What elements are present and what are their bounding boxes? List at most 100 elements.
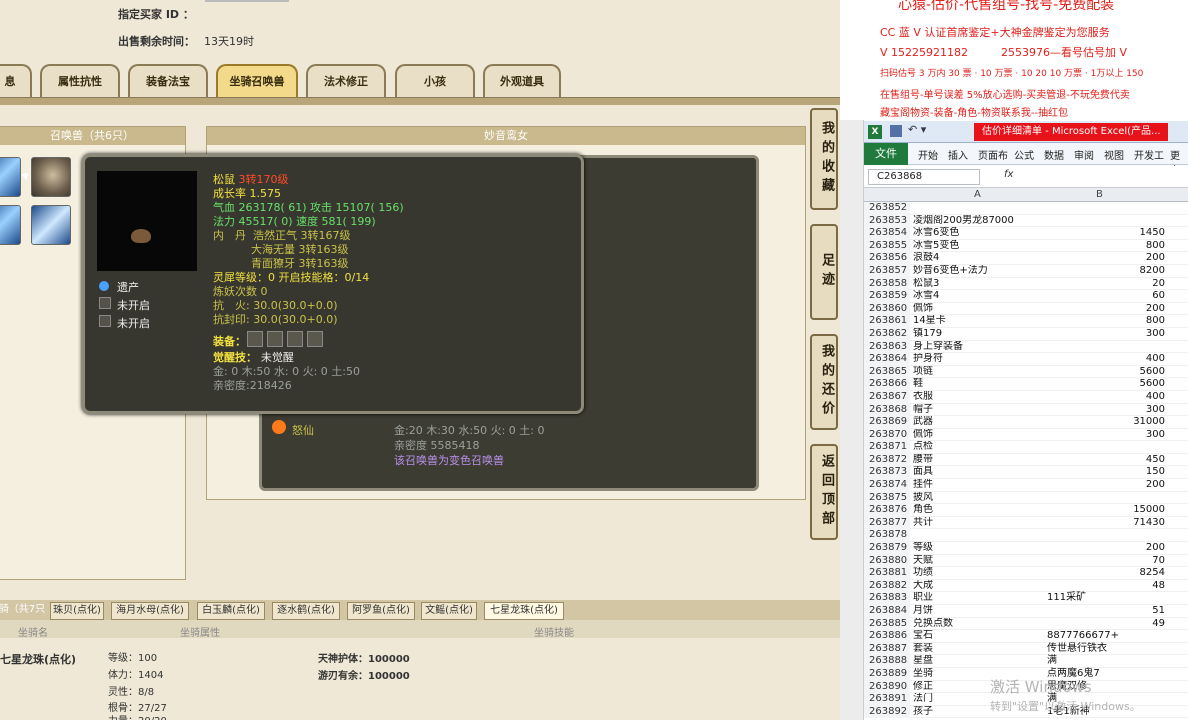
cell-a[interactable]: 星盘 bbox=[913, 655, 1045, 668]
cell-a[interactable]: 松鼠3 bbox=[913, 278, 1045, 291]
row-number[interactable]: 263863 bbox=[864, 340, 910, 354]
cell-b[interactable]: 15000 bbox=[1047, 504, 1165, 517]
cell-a[interactable]: 共计 bbox=[913, 517, 1045, 530]
cell-a[interactable]: 凌烟阁200男龙87000 bbox=[913, 215, 1045, 228]
row-number[interactable]: 263876 bbox=[864, 504, 910, 517]
table-row[interactable]: 263878 bbox=[864, 529, 1188, 543]
cell-b[interactable]: 111采矿 bbox=[1047, 592, 1165, 605]
cell-b[interactable]: 8877766677+ bbox=[1047, 630, 1165, 643]
row-number[interactable]: 263871 bbox=[864, 441, 910, 454]
ribbon-tab[interactable]: 开始 bbox=[918, 147, 938, 162]
cell-a[interactable]: 佩饰 bbox=[913, 303, 1045, 316]
row-number[interactable]: 263886 bbox=[864, 630, 910, 643]
cell-b[interactable]: 48 bbox=[1047, 580, 1165, 593]
row-number[interactable]: 263884 bbox=[864, 605, 910, 618]
cell-a[interactable]: 冰雪4 bbox=[913, 290, 1045, 303]
cell-b[interactable]: 400 bbox=[1047, 353, 1165, 366]
buyer-id-field[interactable] bbox=[205, 0, 289, 2]
table-row[interactable]: 263858 松鼠3 20 bbox=[864, 277, 1188, 291]
table-row[interactable]: 263866 鞋 5600 bbox=[864, 378, 1188, 391]
row-number[interactable]: 263869 bbox=[864, 416, 910, 429]
back-to-top-button[interactable]: 返回顶部 bbox=[810, 444, 838, 540]
table-row[interactable]: 263879 等级 200 bbox=[864, 542, 1188, 555]
cell-a[interactable]: 鞋 bbox=[913, 378, 1045, 391]
ribbon-tab[interactable]: 视图 bbox=[1104, 147, 1124, 162]
row-number[interactable]: 263890 bbox=[864, 680, 910, 694]
cell-a[interactable]: 冰雪6变色 bbox=[913, 227, 1045, 240]
tab-info[interactable]: 息 bbox=[0, 64, 32, 97]
cell-a[interactable]: 帽子 bbox=[913, 404, 1045, 417]
row-number[interactable]: 263856 bbox=[864, 252, 910, 265]
row-number[interactable]: 263865 bbox=[864, 365, 910, 379]
row-number[interactable]: 263860 bbox=[864, 302, 910, 316]
table-row[interactable]: 263852 bbox=[864, 202, 1188, 215]
cell-a[interactable]: 镇179 bbox=[913, 328, 1045, 341]
row-number[interactable]: 263875 bbox=[864, 491, 910, 505]
mount-tab[interactable]: 白玉麟(点化) bbox=[197, 602, 265, 620]
cell-a[interactable]: 腰带 bbox=[913, 454, 1045, 467]
row-number[interactable]: 263880 bbox=[864, 554, 910, 568]
table-row[interactable]: 263861 14星卡 800 bbox=[864, 315, 1188, 328]
table-row[interactable]: 263875 披风 bbox=[864, 491, 1188, 505]
cell-a[interactable]: 护身符 bbox=[913, 353, 1045, 366]
row-number[interactable]: 263879 bbox=[864, 542, 910, 555]
tab-mount-summon[interactable]: 坐骑召唤兽 bbox=[216, 64, 298, 97]
table-row[interactable]: 263884 月饼 51 bbox=[864, 605, 1188, 618]
cell-a[interactable]: 月饼 bbox=[913, 605, 1045, 618]
mount-tab-active[interactable]: 七星龙珠(点化) bbox=[484, 602, 564, 620]
row-number[interactable]: 263892 bbox=[864, 705, 910, 719]
cell-b[interactable]: 150 bbox=[1047, 466, 1165, 479]
cell-a[interactable]: 披风 bbox=[913, 492, 1045, 505]
my-favorites-button[interactable]: 我的收藏 bbox=[810, 108, 838, 210]
cell-a[interactable]: 套装 bbox=[913, 643, 1045, 656]
table-row[interactable]: 263855 冰雪5变色 800 bbox=[864, 239, 1188, 253]
row-number[interactable]: 263854 bbox=[864, 227, 910, 240]
summon-thumb[interactable] bbox=[0, 205, 21, 245]
cell-b[interactable]: 5600 bbox=[1047, 366, 1165, 379]
row-number[interactable]: 263868 bbox=[864, 403, 910, 417]
row-number[interactable]: 263891 bbox=[864, 693, 910, 706]
row-number[interactable]: 263866 bbox=[864, 378, 910, 391]
cell-b[interactable]: 8200 bbox=[1047, 265, 1165, 278]
row-number[interactable]: 263874 bbox=[864, 479, 910, 492]
cell-b[interactable]: 51 bbox=[1047, 605, 1165, 618]
cell-a[interactable]: 佩饰 bbox=[913, 429, 1045, 442]
cell-a[interactable]: 项链 bbox=[913, 366, 1045, 379]
cell-b[interactable]: 60 bbox=[1047, 290, 1165, 303]
cell-a[interactable]: 挂件 bbox=[913, 479, 1045, 492]
ribbon-tab[interactable]: 审阅 bbox=[1074, 147, 1094, 162]
tab-equip[interactable]: 装备法宝 bbox=[128, 64, 208, 97]
summon-thumb[interactable] bbox=[31, 205, 71, 245]
table-row[interactable]: 263857 妙音6变色+法力 8200 bbox=[864, 264, 1188, 278]
mount-tab[interactable]: 逐水鹤(点化) bbox=[272, 602, 340, 620]
cell-a[interactable]: 大成 bbox=[913, 580, 1045, 593]
tab-spell[interactable]: 法术修正 bbox=[306, 64, 386, 97]
tab-appearance[interactable]: 外观道具 bbox=[483, 64, 561, 97]
table-row[interactable]: 263873 面具 150 bbox=[864, 466, 1188, 480]
row-number[interactable]: 263873 bbox=[864, 466, 910, 480]
ribbon-tab[interactable]: 数据 bbox=[1044, 147, 1064, 162]
cell-a[interactable]: 身上穿装备 bbox=[913, 341, 1045, 354]
cell-a[interactable]: 宝石 bbox=[913, 630, 1045, 643]
ribbon-tab[interactable]: 公式 bbox=[1014, 147, 1034, 162]
cell-b[interactable]: 450 bbox=[1047, 454, 1165, 467]
cell-b[interactable]: 20 bbox=[1047, 278, 1165, 291]
cell-a[interactable]: 功绩 bbox=[913, 567, 1045, 580]
table-row[interactable]: 263865 项链 5600 bbox=[864, 365, 1188, 379]
cell-b[interactable]: 400 bbox=[1047, 391, 1165, 404]
table-row[interactable]: 263880 天赋 70 bbox=[864, 554, 1188, 568]
cell-a[interactable]: 职业 bbox=[913, 592, 1045, 605]
row-number[interactable]: 263858 bbox=[864, 277, 910, 291]
cell-a[interactable]: 冰雪5变色 bbox=[913, 240, 1045, 253]
table-row[interactable]: 263870 佩饰 300 bbox=[864, 428, 1188, 442]
cell-a[interactable]: 天赋 bbox=[913, 555, 1045, 568]
cell-a[interactable]: 等级 bbox=[913, 542, 1045, 555]
row-number[interactable]: 263888 bbox=[864, 655, 910, 668]
summon-thumb-squirrel[interactable] bbox=[31, 157, 71, 197]
my-counteroffer-button[interactable]: 我的还价 bbox=[810, 334, 838, 430]
summon-thumb[interactable] bbox=[0, 157, 21, 197]
row-number[interactable]: 263887 bbox=[864, 642, 910, 656]
cell-b[interactable]: 200 bbox=[1047, 303, 1165, 316]
cell-a[interactable]: 面具 bbox=[913, 466, 1045, 479]
cell-b[interactable]: 300 bbox=[1047, 328, 1165, 341]
